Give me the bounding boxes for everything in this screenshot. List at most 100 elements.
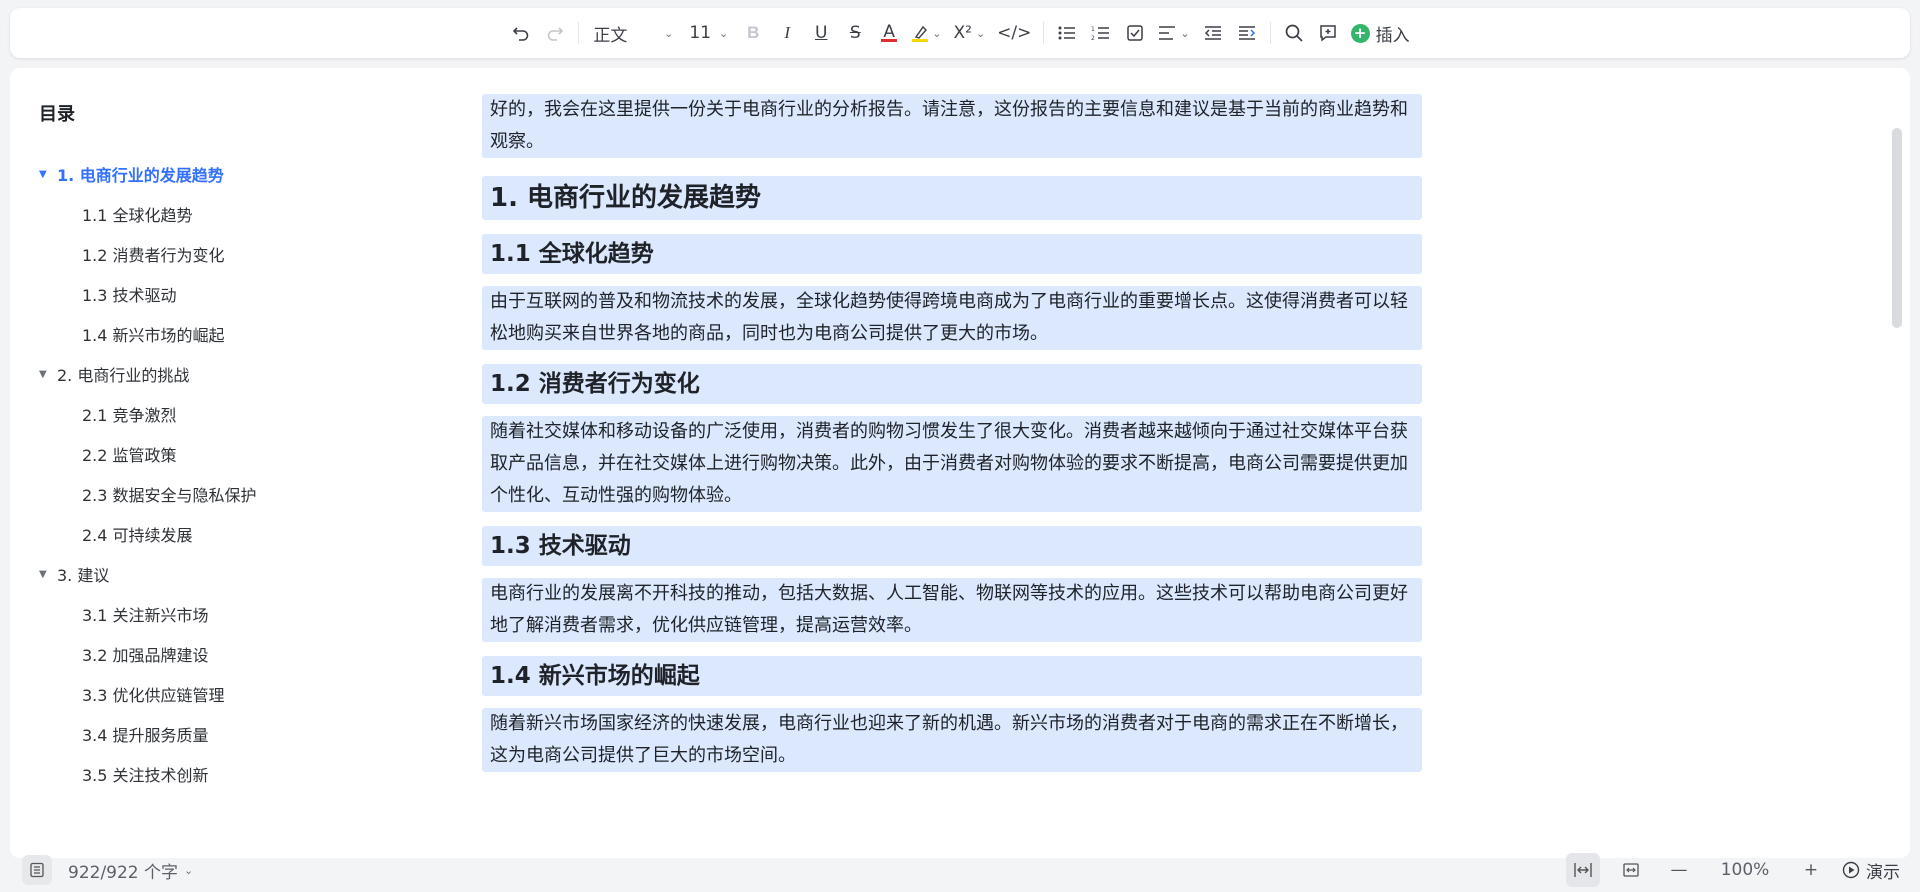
code-icon[interactable]: </> — [991, 16, 1037, 50]
toc-item-label: 1.3 技术驱动 — [82, 286, 177, 305]
bulleted-list-icon[interactable] — [1050, 16, 1084, 50]
comment-icon[interactable] — [1311, 16, 1345, 50]
numbered-list-icon[interactable]: 12 — [1084, 16, 1118, 50]
toc-list: ▼ 1. 电商行业的发展趋势 1.1 全球化趋势 1.2 消费者行为变化 1.3 技术驱… — [30, 154, 390, 794]
svg-text:2: 2 — [1091, 35, 1095, 42]
toc-item[interactable]: 2.4 可持续发展 — [30, 514, 390, 554]
heading-2[interactable]: 1.1 全球化趋势 — [482, 234, 1422, 274]
toc-title: 目录 — [39, 104, 75, 125]
present-label: 演示 — [1866, 862, 1900, 883]
strikethrough-icon[interactable]: S — [838, 16, 872, 50]
word-count[interactable]: 922/922 个字 ⌄ — [68, 858, 193, 883]
search-icon[interactable] — [1277, 16, 1311, 50]
toc-item-label: 1.4 新兴市场的崛起 — [82, 326, 225, 345]
toc-item-label: 1. 电商行业的发展趋势 — [57, 166, 224, 185]
zoom-in-icon[interactable]: + — [1794, 853, 1828, 887]
insert-button[interactable]: + 插入 — [1345, 21, 1416, 46]
redo-icon[interactable] — [538, 16, 572, 50]
expand-triangle-icon[interactable]: ▼ — [39, 369, 57, 380]
toc-item[interactable]: 1.2 消费者行为变化 — [30, 234, 390, 274]
toc-item-label: 3.3 优化供应链管理 — [82, 686, 225, 705]
scrollbar[interactable] — [1892, 128, 1902, 328]
sections: 1.1 全球化趋势由于互联网的普及和物流技术的发展，全球化趋势使得跨境电商成为了… — [482, 234, 1422, 772]
italic-icon[interactable]: I — [770, 16, 804, 50]
heading-2[interactable]: 1.2 消费者行为变化 — [482, 364, 1422, 404]
toc-item-label: 3.5 关注技术创新 — [82, 766, 209, 785]
chevron-down-icon: ⌄ — [719, 26, 729, 40]
outline-toggle-icon[interactable] — [22, 855, 52, 885]
word-count-value: 922/922 个字 — [68, 862, 179, 883]
chevron-down-icon: ⌄ — [975, 26, 986, 40]
document-content[interactable]: 好的，我会在这里提供一份关于电商行业的分析报告。请注意，这份报告的主要信息和建议… — [482, 94, 1422, 784]
toc-item-label: 3.4 提升服务质量 — [82, 726, 209, 745]
checklist-icon[interactable] — [1118, 16, 1152, 50]
body-paragraph[interactable]: 电商行业的发展离不开科技的推动，包括大数据、人工智能、物联网等技术的应用。这些技… — [482, 578, 1422, 642]
chevron-down-icon: ⌄ — [664, 26, 674, 40]
intro-paragraph[interactable]: 好的，我会在这里提供一份关于电商行业的分析报告。请注意，这份报告的主要信息和建议… — [482, 94, 1422, 158]
svg-text:1: 1 — [1091, 26, 1095, 33]
underline-icon[interactable]: U — [804, 16, 838, 50]
present-button[interactable]: 演示 — [1842, 858, 1900, 883]
heading-2[interactable]: 1.3 技术驱动 — [482, 526, 1422, 566]
undo-icon[interactable] — [504, 16, 538, 50]
toc-item[interactable]: 2.1 竞争激烈 — [30, 394, 390, 434]
toc-item-label: 1.1 全球化趋势 — [82, 206, 193, 225]
toc-item-label: 2. 电商行业的挑战 — [57, 366, 190, 385]
indent-icon[interactable] — [1230, 16, 1264, 50]
toc-item[interactable]: 3.5 关注技术创新 — [30, 754, 390, 794]
body-paragraph[interactable]: 随着新兴市场国家经济的快速发展，电商行业也迎来了新的机遇。新兴市场的消费者对于电… — [482, 708, 1422, 772]
toc-item-label: 3.1 关注新兴市场 — [82, 606, 209, 625]
align-icon[interactable]: ⌄ — [1152, 16, 1195, 50]
full-width-icon[interactable] — [1614, 853, 1648, 887]
text-color-icon[interactable]: A — [872, 16, 906, 50]
toc-item-label: 2.2 监管政策 — [82, 446, 177, 465]
toc-item-label: 3. 建议 — [57, 566, 110, 585]
toc-item-label: 2.3 数据安全与隐私保护 — [82, 486, 257, 505]
toc-item-label: 3.2 加强品牌建设 — [82, 646, 209, 665]
toc-item-label: 2.1 竞争激烈 — [82, 406, 177, 425]
paragraph-style-select[interactable]: 正文 ⌄ — [585, 21, 681, 46]
paragraph-style-value: 正文 — [593, 25, 628, 46]
heading-2[interactable]: 1.4 新兴市场的崛起 — [482, 656, 1422, 696]
zoom-level[interactable]: 100% — [1710, 860, 1780, 880]
chevron-down-icon: ⌄ — [1180, 26, 1190, 40]
toolbar-divider — [1269, 22, 1271, 44]
play-icon — [1842, 861, 1860, 879]
bold-icon[interactable]: B — [736, 16, 770, 50]
toc-item[interactable]: ▼ 3. 建议 — [30, 554, 390, 594]
toc-item[interactable]: ▼ 2. 电商行业的挑战 — [30, 354, 390, 394]
superscript-label: X² — [953, 23, 972, 43]
font-size-select[interactable]: 11 ⌄ — [681, 23, 736, 43]
chevron-down-icon: ⌄ — [184, 863, 194, 877]
superscript-icon[interactable]: X² ⌄ — [947, 16, 991, 50]
status-bar: 922/922 个字 ⌄ — 100% + 演示 — [0, 848, 1920, 892]
toc-item-label: 1.2 消费者行为变化 — [82, 246, 225, 265]
toc-item[interactable]: 3.4 提升服务质量 — [30, 714, 390, 754]
toolbar-divider — [578, 22, 580, 44]
toc-item[interactable]: 3.3 优化供应链管理 — [30, 674, 390, 714]
toc-item[interactable]: 2.2 监管政策 — [30, 434, 390, 474]
toc-item[interactable]: 3.2 加强品牌建设 — [30, 634, 390, 674]
expand-triangle-icon[interactable]: ▼ — [39, 569, 57, 580]
expand-triangle-icon[interactable]: ▼ — [39, 169, 57, 180]
toc-item[interactable]: 1.3 技术驱动 — [30, 274, 390, 314]
body-paragraph[interactable]: 随着社交媒体和移动设备的广泛使用，消费者的购物习惯发生了很大变化。消费者越来越倾… — [482, 416, 1422, 512]
body-paragraph[interactable]: 由于互联网的普及和物流技术的发展，全球化趋势使得跨境电商成为了电商行业的重要增长… — [482, 286, 1422, 350]
font-size-value: 11 — [689, 23, 712, 43]
toc-item[interactable]: 3.1 关注新兴市场 — [30, 594, 390, 634]
chevron-down-icon: ⌄ — [932, 26, 942, 40]
table-of-contents: 目录 ▼ 1. 电商行业的发展趋势 1.1 全球化趋势 1.2 消费者行为变化 1.3 … — [30, 100, 390, 794]
toolbar-divider — [1043, 22, 1045, 44]
plus-icon: + — [1350, 23, 1370, 43]
editor-toolbar: 正文 ⌄ 11 ⌄ B I U S A ⌄ X² ⌄ </> 1 2 ⌄ + 插… — [10, 8, 1910, 58]
toc-item[interactable]: 1.4 新兴市场的崛起 — [30, 314, 390, 354]
heading-1[interactable]: 1. 电商行业的发展趋势 — [482, 176, 1422, 220]
narrow-width-icon[interactable] — [1566, 853, 1600, 887]
toc-item[interactable]: ▼ 1. 电商行业的发展趋势 — [30, 154, 390, 194]
zoom-out-icon[interactable]: — — [1662, 853, 1696, 887]
toc-item[interactable]: 2.3 数据安全与隐私保护 — [30, 474, 390, 514]
toc-item[interactable]: 1.1 全球化趋势 — [30, 194, 390, 234]
toc-item-label: 2.4 可持续发展 — [82, 526, 193, 545]
outdent-icon[interactable] — [1196, 16, 1230, 50]
highlight-icon[interactable]: ⌄ — [906, 16, 947, 50]
